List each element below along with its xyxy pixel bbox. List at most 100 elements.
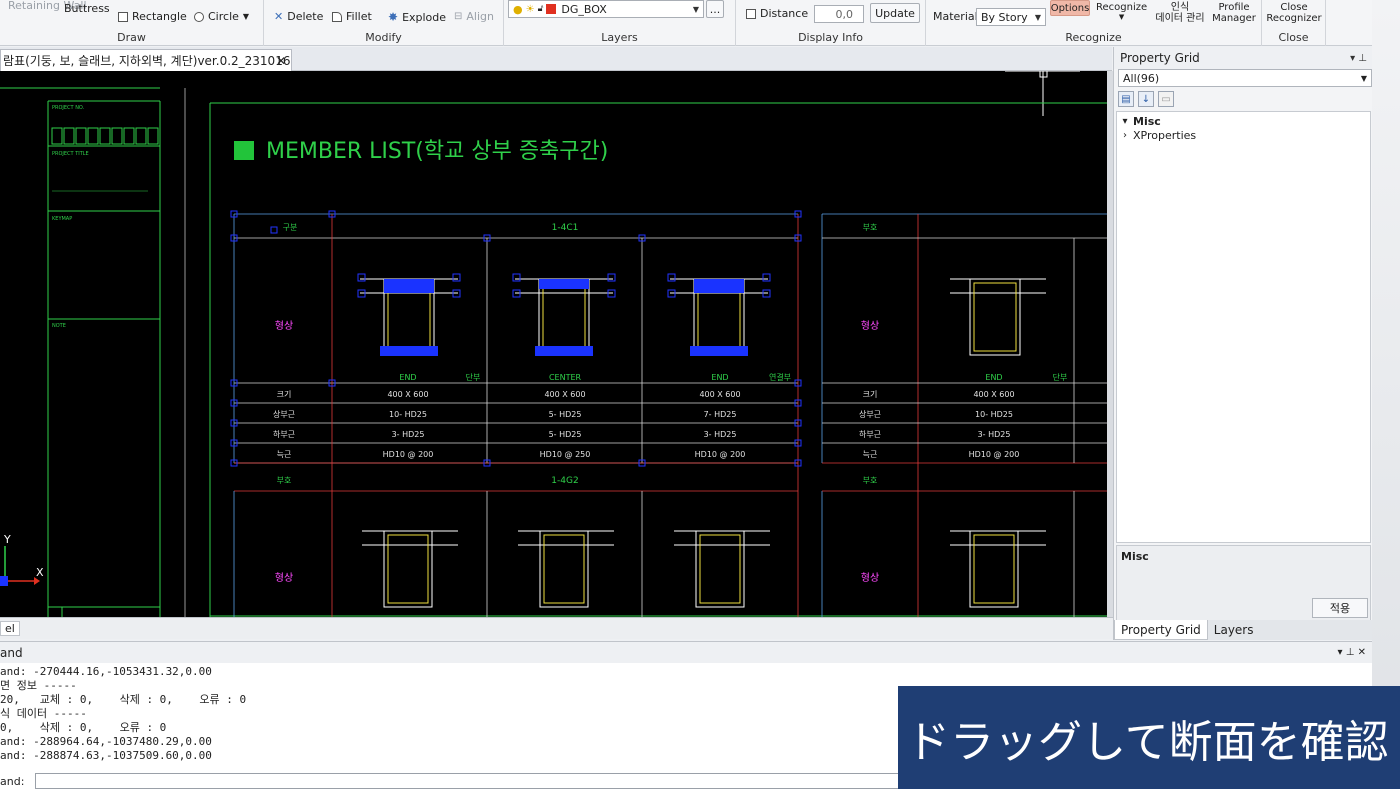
table1-head-label: 구분 bbox=[283, 223, 298, 232]
col-label-1: END bbox=[399, 373, 416, 382]
rectangle-icon bbox=[118, 11, 128, 22]
beam-section-row2 bbox=[362, 530, 770, 608]
material-combo[interactable]: By Story ▼ bbox=[976, 8, 1046, 26]
align-label: Align bbox=[466, 10, 494, 23]
sun-icon: ☀ bbox=[525, 3, 535, 15]
app-window: Retaining Wall Buttress Rectangle Circle… bbox=[0, 0, 1400, 789]
row-cell: 10- HD25 bbox=[975, 410, 1013, 419]
row-label: 상부근 bbox=[273, 409, 295, 419]
apply-button[interactable]: 적용 bbox=[1312, 598, 1368, 618]
bulb-icon: ● bbox=[513, 2, 523, 16]
property-filter-value: All(96) bbox=[1123, 71, 1160, 85]
layer-combo[interactable]: ● ☀ 🔓︎ DG_BOX ▼ bbox=[508, 0, 704, 18]
model-tab[interactable]: el bbox=[0, 621, 20, 636]
property-pages-icon[interactable]: ▭ bbox=[1158, 91, 1174, 107]
align-tool[interactable]: ⊟ Align bbox=[454, 10, 494, 23]
distance-field[interactable]: 0,0 bbox=[814, 5, 864, 23]
row-label: 하부근 bbox=[273, 429, 295, 439]
panel-tabs: Property Grid Layers bbox=[1114, 620, 1373, 640]
pin-icon[interactable]: ▾ ⊥ bbox=[1350, 53, 1367, 64]
drawing-canvas[interactable]: PROJECT NO. PROJECT TITLE KEYMAP NOTE ME… bbox=[0, 71, 1107, 617]
member2-label: 1-4G2 bbox=[551, 476, 578, 486]
grid-category-label: Misc bbox=[1133, 114, 1161, 128]
col-label-3: END bbox=[711, 373, 728, 382]
pin-icon[interactable]: ▾ ⊥ ✕ bbox=[1338, 647, 1366, 658]
options-button[interactable]: Options bbox=[1050, 0, 1090, 16]
recognize-button[interactable]: Recognize ▼ bbox=[1096, 2, 1147, 21]
grid-property-row[interactable]: › XProperties bbox=[1117, 128, 1370, 142]
material-label: Material bbox=[933, 10, 978, 23]
shape-row-label: 형상 bbox=[275, 320, 293, 332]
delete-tool[interactable]: ✕ Delete bbox=[274, 10, 323, 23]
grid-category-row[interactable]: ▾ Misc bbox=[1117, 114, 1370, 128]
row-label: 늑근 bbox=[863, 450, 878, 459]
explode-icon: ✸ bbox=[388, 10, 399, 24]
right-shape-label: 형상 bbox=[861, 320, 879, 332]
drawing-title: MEMBER LIST(학교 상부 증축구간) bbox=[266, 139, 608, 164]
retaining-wall-button[interactable]: Retaining Wall bbox=[8, 0, 87, 11]
fillet-tool[interactable]: Fillet bbox=[332, 10, 372, 23]
row-cell: HD10 @ 200 bbox=[695, 450, 746, 459]
col-extra-1: 단부 bbox=[466, 372, 481, 382]
row-label: 하부근 bbox=[859, 429, 881, 439]
beam-section-end-left bbox=[357, 273, 461, 356]
grid-property-label: XProperties bbox=[1133, 128, 1197, 142]
right-col-extra: 단부 bbox=[1053, 372, 1068, 382]
circle-tool[interactable]: Circle ▼ bbox=[194, 10, 249, 23]
data-manage-button[interactable]: 인식 데이터 관리 bbox=[1152, 2, 1208, 24]
close-recognizer-button[interactable]: Close Recognizer bbox=[1262, 2, 1326, 24]
categorized-icon[interactable]: ▤ bbox=[1118, 91, 1134, 107]
chevron-down-icon: ▼ bbox=[1034, 12, 1041, 22]
circle-label: Circle bbox=[208, 10, 239, 23]
sort-alpha-icon[interactable]: ↓ bbox=[1138, 91, 1154, 107]
collapse-icon[interactable]: ▾ bbox=[1117, 116, 1133, 127]
layer-more-button[interactable]: ... bbox=[706, 0, 724, 18]
buttress-button[interactable]: Buttress bbox=[64, 2, 110, 15]
profile-manager-button[interactable]: Profile Manager bbox=[1210, 2, 1258, 24]
fillet-label: Fillet bbox=[346, 10, 372, 23]
window-edge bbox=[1372, 0, 1400, 789]
keymap-label: KEYMAP bbox=[52, 216, 72, 222]
project-title-label: PROJECT TITLE bbox=[52, 151, 89, 157]
explode-label: Explode bbox=[402, 10, 447, 24]
circle-icon bbox=[194, 11, 204, 22]
property-filter-combo[interactable]: All(96) ▼ bbox=[1118, 69, 1372, 87]
ribbon-group-modify: ✕ Delete Fillet ✸ Explode ⊟ Align Modify bbox=[264, 0, 504, 46]
project-no-label: PROJECT NO. bbox=[52, 105, 85, 111]
row-label: 크기 bbox=[863, 390, 878, 399]
distance-checkbox[interactable]: Distance bbox=[746, 7, 808, 20]
close-icon[interactable]: ✕ bbox=[276, 54, 286, 68]
recognize-group-label: Recognize bbox=[1065, 31, 1122, 44]
tab-layers[interactable]: Layers bbox=[1208, 620, 1260, 640]
display-group-label: Display Info bbox=[798, 31, 863, 44]
right-head-label-2: 부호 bbox=[863, 476, 878, 485]
distance-label: Distance bbox=[760, 7, 809, 20]
row-cell: 3- HD25 bbox=[704, 430, 737, 439]
row-cell: 400 X 600 bbox=[544, 390, 585, 399]
ribbon-group-recognize: Material By Story ▼ Options Recognize ▼ … bbox=[926, 0, 1262, 46]
row-cell: 3- HD25 bbox=[978, 430, 1011, 439]
description-title: Misc bbox=[1121, 550, 1149, 563]
property-grid[interactable]: ▾ Misc › XProperties bbox=[1116, 111, 1371, 543]
property-description: Misc 적용 bbox=[1116, 545, 1371, 621]
row-cell: 5- HD25 bbox=[549, 410, 582, 419]
note-label: NOTE bbox=[52, 323, 66, 329]
row-cell: 400 X 600 bbox=[699, 390, 740, 399]
ribbon-group-display: Distance 0,0 Update Display Info bbox=[736, 0, 926, 46]
row-cell: HD10 @ 200 bbox=[969, 450, 1020, 459]
command-panel-title: and ▾ ⊥ ✕ bbox=[0, 641, 1372, 663]
modify-group-label: Modify bbox=[365, 31, 402, 44]
command-input[interactable] bbox=[35, 773, 935, 789]
col-label-2: CENTER bbox=[549, 373, 582, 382]
expand-icon[interactable]: › bbox=[1117, 130, 1133, 141]
rectangle-label: Rectangle bbox=[132, 10, 187, 23]
explode-tool[interactable]: ✸ Explode bbox=[388, 10, 446, 24]
command-line: and: -270444.16,-1053431.32,0.00 bbox=[0, 665, 212, 678]
document-tab[interactable]: 람표(기둥, 보, 슬래브, 지하외벽, 계단)ver.0.2_231016 ✕ bbox=[0, 49, 292, 71]
model-tab-bar: el bbox=[0, 617, 1113, 639]
rectangle-tool[interactable]: Rectangle bbox=[118, 10, 187, 23]
layer-color-icon bbox=[546, 4, 557, 14]
update-button[interactable]: Update bbox=[870, 3, 920, 23]
property-toolbar: ▤ ↓ ▭ bbox=[1118, 89, 1174, 109]
tab-property-grid[interactable]: Property Grid bbox=[1114, 620, 1208, 640]
